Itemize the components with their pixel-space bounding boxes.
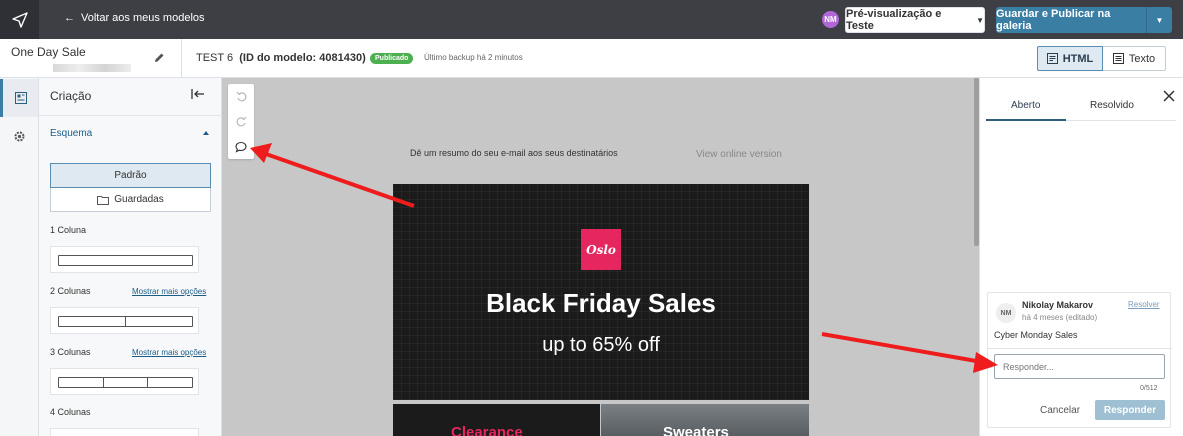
chevron-up-icon[interactable] xyxy=(203,131,209,135)
close-icon[interactable] xyxy=(1163,90,1175,105)
divider xyxy=(181,39,182,78)
brand-logo: Oslo xyxy=(581,229,621,270)
back-to-templates-link[interactable]: ← Voltar aos meus modelos xyxy=(64,12,205,24)
cancel-button[interactable]: Cancelar xyxy=(1040,405,1080,416)
preview-label: Pré-visualização e Teste xyxy=(846,8,942,32)
two-columns-layout[interactable] xyxy=(50,307,199,334)
divider xyxy=(39,115,222,116)
tab-resolved[interactable]: Resolvido xyxy=(1090,100,1134,111)
three-columns-layout[interactable] xyxy=(50,368,199,395)
active-tab-indicator xyxy=(986,119,1066,121)
text-doc-icon xyxy=(1112,53,1124,64)
char-counter: 0/512 xyxy=(1140,385,1158,392)
left-icon-rail xyxy=(0,78,39,436)
clearance-tile[interactable]: Clearance xyxy=(393,404,600,436)
canvas-toolbox xyxy=(228,84,254,159)
tab-open[interactable]: Aberto xyxy=(1011,100,1040,111)
one-column-label: 1 Coluna xyxy=(50,225,87,235)
template-name: One Day Sale xyxy=(11,45,86,59)
comment-author: Nikolay Makarov xyxy=(1022,300,1094,310)
two-columns-label: 2 Colunas xyxy=(50,286,91,296)
hero-subheadline: up to 65% off xyxy=(542,334,660,356)
one-column-layout[interactable] xyxy=(50,246,199,273)
panel-title: Criação xyxy=(50,89,92,103)
divider xyxy=(988,348,1172,349)
text-mode-button[interactable]: Texto xyxy=(1103,46,1166,71)
creation-panel: Criação Esquema Padrão Guardadas 1 Colun… xyxy=(39,78,222,436)
redacted-text xyxy=(53,64,131,72)
sweaters-tile[interactable]: Sweaters xyxy=(601,404,809,436)
hero-headline: Black Friday Sales xyxy=(486,288,716,318)
avatar: NM xyxy=(996,303,1016,323)
pencil-icon[interactable] xyxy=(153,52,165,67)
send-icon[interactable] xyxy=(0,0,39,39)
caret-down-icon: ▼ xyxy=(976,15,984,25)
gear-icon[interactable] xyxy=(0,117,38,155)
html-mode-button[interactable]: HTML xyxy=(1037,46,1103,71)
reply-input[interactable] xyxy=(994,354,1165,379)
comment-text: Cyber Monday Sales xyxy=(994,330,1078,340)
template-info-bar: One Day Sale TEST 6 (ID do modelo: 40814… xyxy=(0,39,1183,78)
text-label: Texto xyxy=(1128,52,1156,65)
comments-panel: Aberto Resolvido NM Nikolay Makarov há 4… xyxy=(979,78,1183,436)
back-arrow-icon: ← xyxy=(64,12,75,24)
saved-layouts-tab[interactable]: Guardadas xyxy=(50,188,211,212)
save-publish-button[interactable]: Guardar e Publicar na galeria xyxy=(996,7,1146,33)
redo-icon[interactable] xyxy=(228,109,254,134)
resolve-link[interactable]: Resolver xyxy=(1128,300,1160,309)
view-online-link[interactable]: View online version xyxy=(696,149,782,160)
template-id: (ID do modelo: 4081430) xyxy=(239,52,366,64)
four-columns-layout[interactable] xyxy=(50,428,199,436)
comment-card: NM Nikolay Makarov há 4 meses (editado) … xyxy=(987,292,1172,428)
backup-status: Último backup há 2 minutos xyxy=(424,53,523,62)
clearance-label: Clearance xyxy=(451,424,523,436)
avatar[interactable]: NM xyxy=(822,11,839,28)
sweaters-label: Sweaters xyxy=(663,424,729,436)
collapse-icon[interactable] xyxy=(191,88,205,103)
html-label: HTML xyxy=(1062,52,1094,65)
email-canvas[interactable]: Dê um resumo do seu e-mail aos seus dest… xyxy=(222,78,979,436)
template-heading: TEST 6 (ID do modelo: 4081430) xyxy=(196,52,366,64)
comment-time: há 4 meses (editado) xyxy=(1022,313,1098,322)
preheader-text[interactable]: Dê um resumo do seu e-mail aos seus dest… xyxy=(410,148,618,158)
section-header-esquema[interactable]: Esquema xyxy=(50,128,92,139)
default-layouts-tab[interactable]: Padrão xyxy=(50,163,211,188)
more-options-link[interactable]: Mostrar mais opções xyxy=(132,348,206,357)
back-label: Voltar aos meus modelos xyxy=(81,12,205,24)
undo-icon[interactable] xyxy=(228,84,254,109)
comment-icon[interactable] xyxy=(228,134,254,159)
hero-banner[interactable]: Oslo Black Friday Sales up to 65% off xyxy=(393,184,809,400)
reply-button[interactable]: Responder xyxy=(1095,400,1165,420)
three-columns-label: 3 Colunas xyxy=(50,347,91,357)
saved-label: Guardadas xyxy=(114,194,164,205)
caret-down-icon: ▼ xyxy=(1155,15,1164,25)
status-badge: Publicado xyxy=(370,53,414,64)
template-title: TEST 6 xyxy=(196,52,234,64)
layout-icon[interactable] xyxy=(0,79,38,117)
publish-dropdown-button[interactable]: ▼ xyxy=(1146,7,1172,33)
preview-test-button[interactable]: Pré-visualização e Teste ▼ xyxy=(845,7,985,33)
html-icon xyxy=(1046,53,1058,64)
top-bar: ← Voltar aos meus modelos NM Pré-visuali… xyxy=(0,0,1183,39)
folder-icon xyxy=(97,195,110,205)
four-columns-label: 4 Colunas xyxy=(50,407,91,417)
more-options-link[interactable]: Mostrar mais opções xyxy=(132,287,206,296)
